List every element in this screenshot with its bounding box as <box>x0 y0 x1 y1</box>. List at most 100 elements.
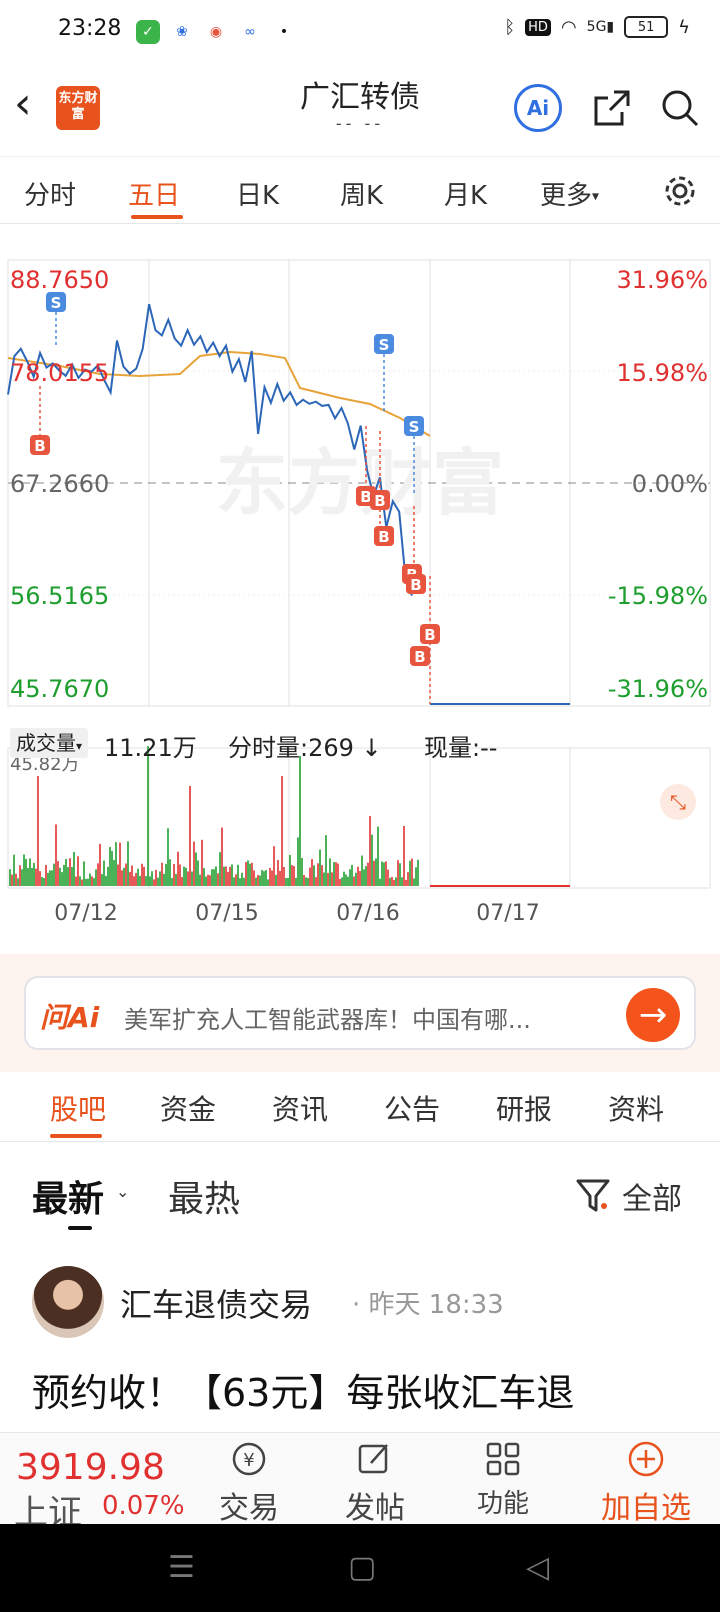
wifi-icon: ◠ <box>560 16 577 38</box>
tab-fenshi[interactable]: 分时 <box>24 175 76 212</box>
battery-level: 51 <box>637 19 655 35</box>
price-label-3: 67.2660 <box>10 470 109 498</box>
status-bar: 23:28 ✓ ❀ ◉ ∞ • ᛒ HD ◠ 5G▮ 51 ϟ <box>0 0 720 64</box>
trade-button[interactable]: ¥ 交易 <box>204 1439 294 1524</box>
post-time: · 昨天 18:33 <box>352 1290 504 1320</box>
pct-label-3: 0.00% <box>632 470 708 498</box>
price-label-5: 45.7670 <box>10 675 109 703</box>
post-body[interactable]: 预约收！【63元】每张收汇车退 <box>32 1362 712 1417</box>
add-watchlist-label: 加自选 <box>601 1491 691 1524</box>
status-time: 23:28 <box>58 16 122 41</box>
price-label-2: 78.0155 <box>10 359 109 387</box>
ask-ai-label: 问Ai <box>40 1001 100 1034</box>
share-icon[interactable] <box>592 88 632 128</box>
post-author[interactable]: 汇车退债交易 <box>120 1280 312 1326</box>
buy-marker[interactable]: B <box>406 574 426 594</box>
caret-down-icon: ▾ <box>592 188 600 205</box>
marker-label: B <box>378 528 389 546</box>
battery-icon: 51 <box>624 16 669 38</box>
five-day-chart[interactable]: 东方财富 SBSSBBBBBBB 88.7650 78.0155 67.2660… <box>0 226 720 946</box>
index-value[interactable]: 3919.98 <box>16 1447 165 1488</box>
arrow-right-icon[interactable]: → <box>626 988 680 1042</box>
tab-day-k[interactable]: 日K <box>236 175 279 212</box>
filter-all[interactable]: 全部 <box>622 1174 682 1218</box>
tab-news[interactable]: 资讯 <box>272 1088 328 1128</box>
hd-icon: HD <box>525 18 551 36</box>
price-label-1: 88.7650 <box>10 266 109 294</box>
tab-month-k[interactable]: 月K <box>444 175 487 212</box>
system-nav-bar: ☰ ▢ ◁ <box>0 1524 720 1612</box>
tab-announcements[interactable]: 公告 <box>384 1088 440 1128</box>
buy-marker[interactable]: B <box>410 646 430 666</box>
signal-icon: 5G▮ <box>586 19 615 35</box>
tab-more[interactable]: 更多▾ <box>540 175 599 212</box>
buy-marker[interactable]: B <box>374 526 394 546</box>
ai-question-box[interactable]: 问Ai 美军扩充人工智能武器库！中国有哪... → <box>24 976 696 1050</box>
sort-row: 最新 ⌄ 最热 全部 <box>0 1150 720 1240</box>
marker-label: B <box>424 626 435 644</box>
index-name[interactable]: 上证 <box>14 1485 82 1524</box>
chevron-down-icon[interactable]: ⌄ <box>116 1182 129 1201</box>
post-label: 发帖 <box>345 1491 405 1524</box>
sort-hot[interactable]: 最热 <box>168 1170 240 1222</box>
caret-down-icon: ▾ <box>76 739 83 753</box>
pct-label-1: 31.96% <box>616 266 708 294</box>
chart-watermark: 东方财富 <box>216 441 504 525</box>
volume-indicator-select[interactable]: 成交量▾ <box>10 728 89 758</box>
search-icon[interactable] <box>660 88 700 128</box>
buy-marker[interactable]: B <box>30 435 50 455</box>
dot-icon: • <box>279 24 289 40</box>
back-triangle-icon[interactable]: ◁ <box>526 1550 549 1585</box>
svg-text:¥: ¥ <box>243 1450 254 1471</box>
sell-marker[interactable]: S <box>374 334 394 354</box>
marker-label: B <box>374 492 385 510</box>
index-change: 0.07% <box>102 1491 185 1521</box>
chart-svg: 东方财富 SBSSBBBBBBB 88.7650 78.0155 67.2660… <box>7 259 711 926</box>
paw-app-icon: ❀ <box>176 24 188 40</box>
avatar[interactable] <box>32 1266 104 1338</box>
tab-profile[interactable]: 资料 <box>608 1088 664 1128</box>
buy-marker[interactable]: B <box>420 624 440 644</box>
tab-guba[interactable]: 股吧 <box>50 1088 106 1128</box>
ai-banner: 问Ai 美军扩充人工智能武器库！中国有哪... → <box>0 954 720 1072</box>
menu-icon[interactable]: ☰ <box>168 1550 195 1585</box>
nav-bar: ‹ 东方财富 广汇转债 -- -- Ai <box>0 64 720 152</box>
status-indicators: ᛒ HD ◠ 5G▮ 51 ϟ <box>504 16 690 38</box>
current-volume: 现量:-- <box>424 734 498 762</box>
marker-label: S <box>379 336 390 354</box>
expand-icon[interactable]: ⤡ <box>660 784 696 820</box>
post-button[interactable]: 发帖 <box>330 1439 420 1524</box>
tab-more-label: 更多 <box>540 181 593 211</box>
gear-icon[interactable] <box>660 171 700 211</box>
pct-label-5: -31.96% <box>608 675 708 703</box>
date-label-2: 07/15 <box>195 901 258 926</box>
tab-week-k[interactable]: 周K <box>340 175 383 212</box>
add-watchlist-button[interactable]: 加自选 <box>586 1439 706 1524</box>
bluetooth-icon: ᛒ <box>504 16 516 38</box>
sort-underline <box>68 1226 92 1230</box>
period-tabs: 分时 五日 日K 周K 月K 更多▾ <box>0 156 720 224</box>
shield-app-icon: ✓ <box>136 20 160 44</box>
tab-research[interactable]: 研报 <box>496 1088 552 1128</box>
buy-marker[interactable]: B <box>370 490 390 510</box>
grid-icon <box>458 1439 548 1483</box>
volume-header: 成交量▾ 11.21万 分时量:269 ↓ 现量:-- <box>10 726 710 762</box>
pct-label-4: -15.98% <box>608 582 708 610</box>
date-label-4: 07/17 <box>476 901 539 926</box>
home-icon[interactable]: ▢ <box>348 1550 376 1585</box>
tab-five-day[interactable]: 五日 <box>128 175 180 212</box>
section-tabs: 股吧 资金 资讯 公告 研报 资料 <box>0 1074 720 1142</box>
bottom-bar: 3919.98 上证 0.07% ¥ 交易 发帖 功能 加自选 <box>0 1432 720 1524</box>
sell-marker[interactable]: S <box>404 416 424 436</box>
sort-latest[interactable]: 最新 <box>32 1170 104 1222</box>
marker-label: S <box>409 418 420 436</box>
sell-marker[interactable]: S <box>46 292 66 312</box>
minute-volume-value: 分时量:269 <box>228 734 354 762</box>
pct-label-2: 15.98% <box>616 359 708 387</box>
yen-icon: ¥ <box>204 1439 294 1483</box>
tab-funds[interactable]: 资金 <box>160 1088 216 1128</box>
filter-icon[interactable] <box>574 1176 614 1216</box>
post-header[interactable]: 汇车退债交易 · 昨天 18:33 <box>0 1262 720 1342</box>
functions-button[interactable]: 功能 <box>458 1439 548 1520</box>
ai-button[interactable]: Ai <box>514 84 562 132</box>
